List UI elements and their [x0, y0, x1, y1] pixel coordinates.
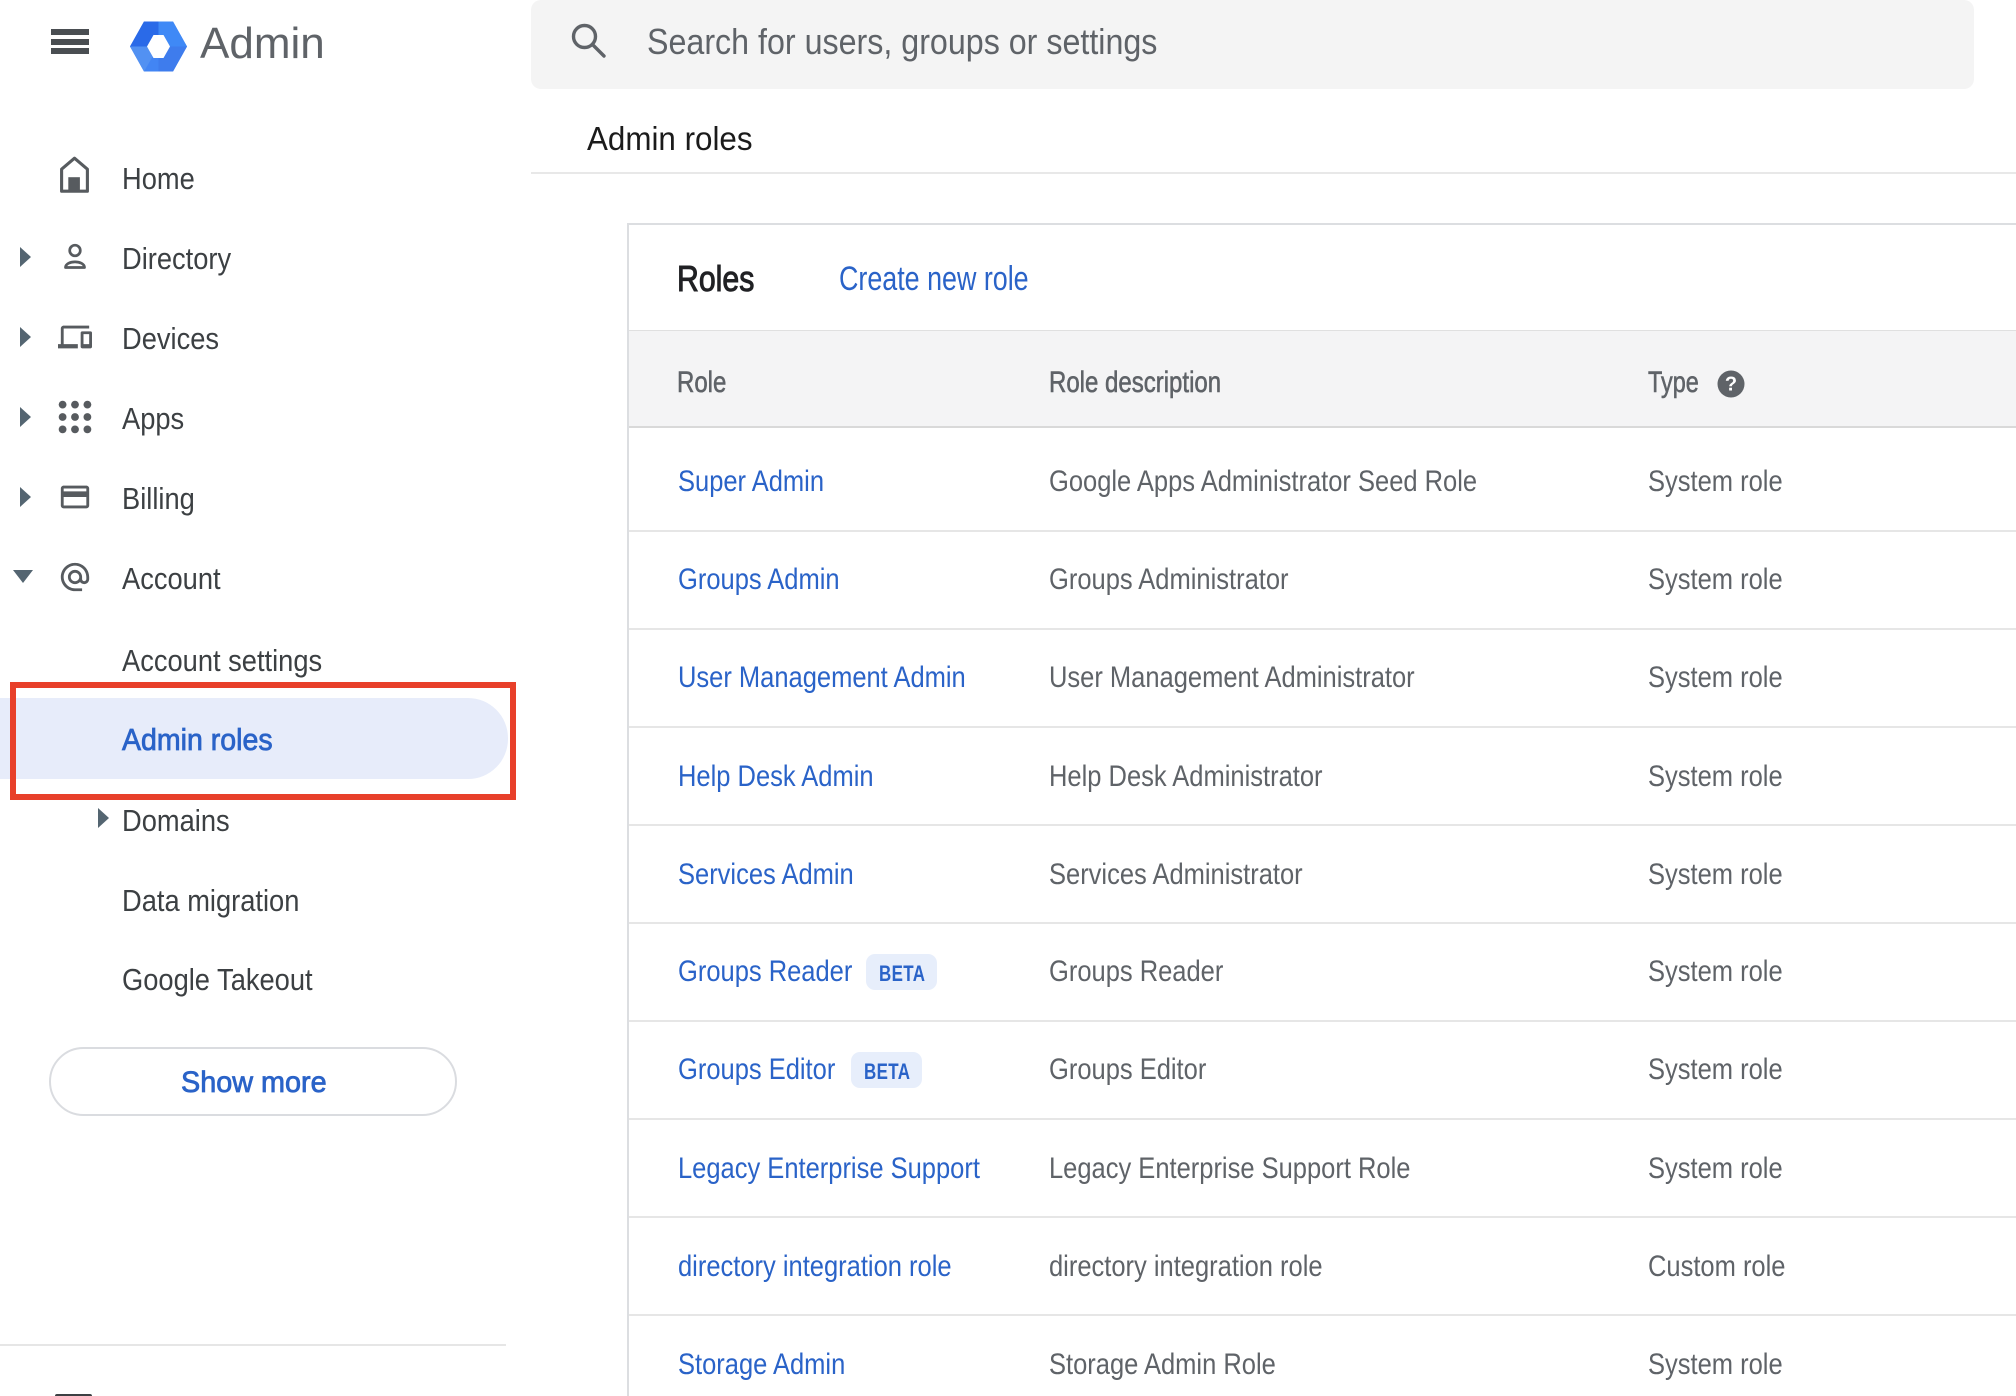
svg-text:?: ? [1725, 374, 1737, 396]
